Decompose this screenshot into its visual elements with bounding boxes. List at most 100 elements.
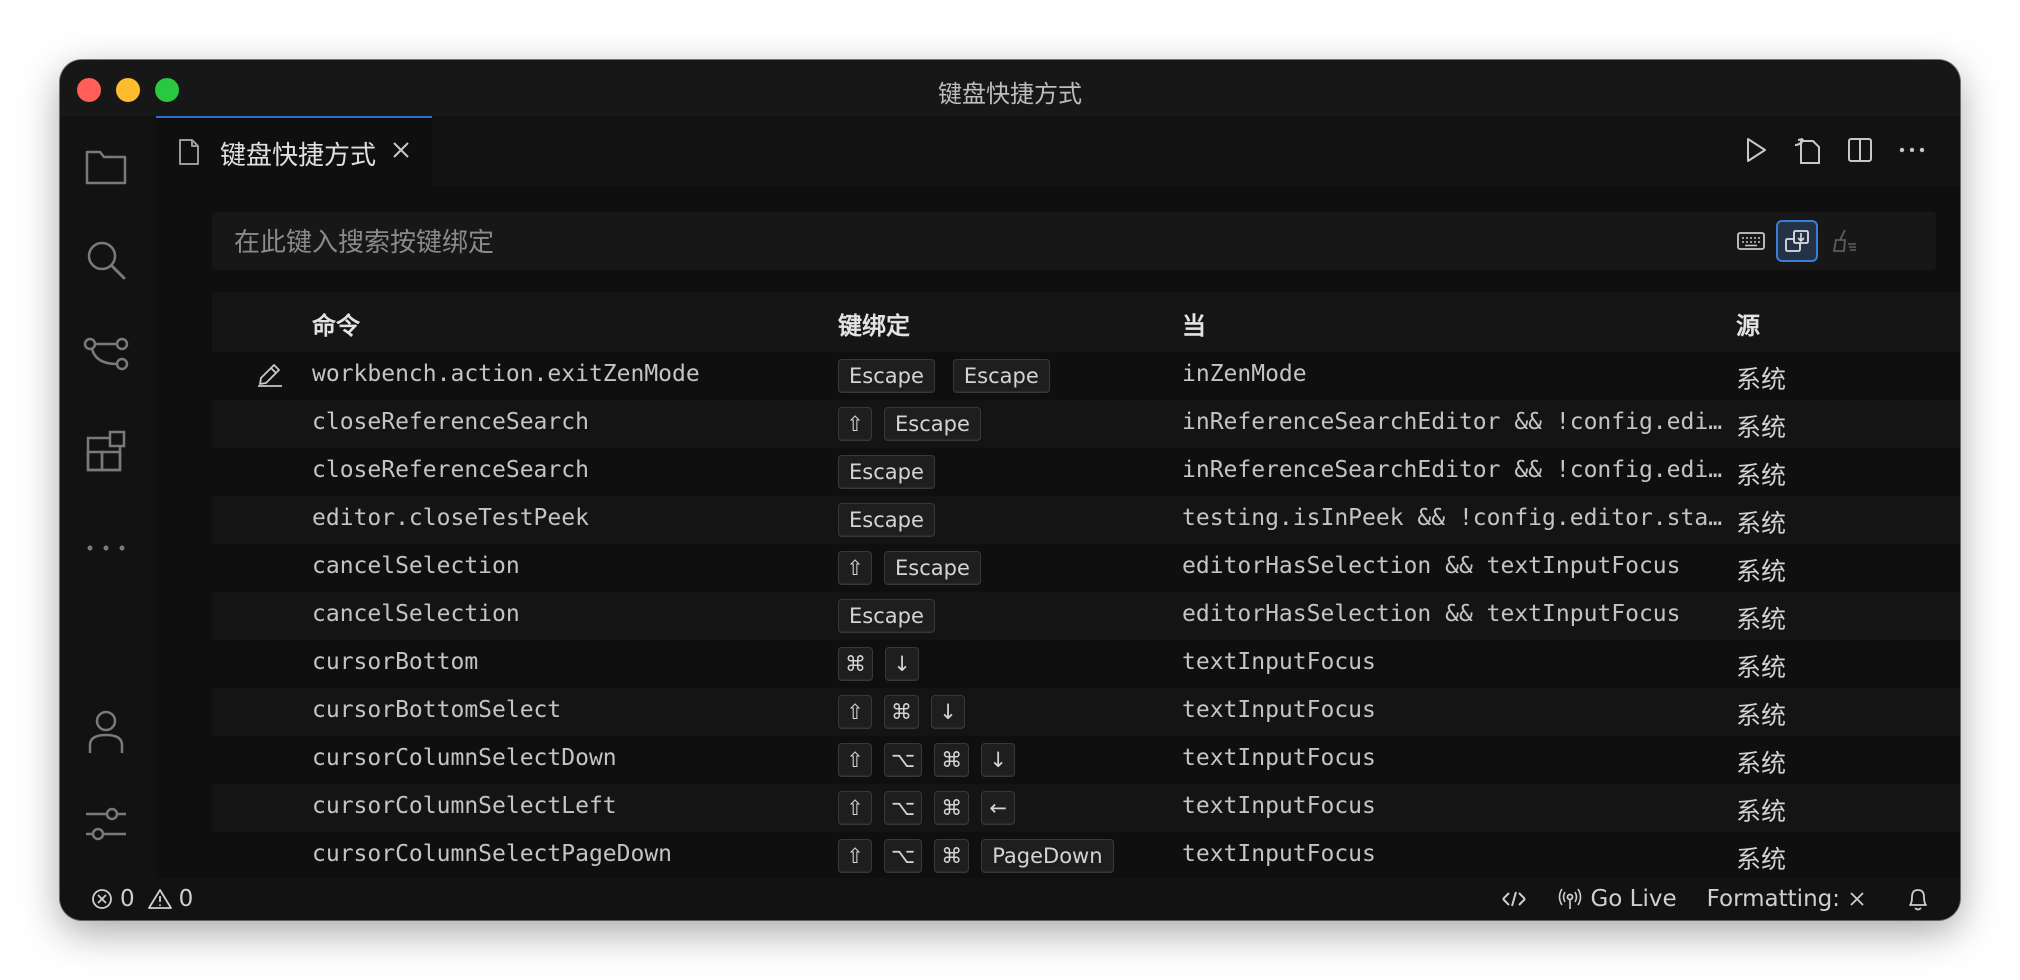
when-cell: inZenMode	[1182, 361, 1307, 387]
key-chord: ⇧ Escape	[838, 551, 981, 585]
keybinding-cell: Escape	[838, 503, 935, 537]
keybindings-table: 命令 键绑定 当 源 workbench.action.exitZenMode E…	[212, 292, 1960, 880]
key-chord: Escape	[838, 359, 935, 393]
key-cap: ↓	[931, 695, 965, 729]
table-header: 命令 键绑定 当 源	[212, 292, 1960, 352]
title-bar: 键盘快捷方式	[60, 60, 1960, 116]
editor-area: 键盘快捷方式 在此键入搜索按键绑定 命令 键绑定 当 源 workbench.a…	[156, 116, 1960, 878]
edit-keybinding-icon[interactable]	[256, 360, 284, 392]
file-icon	[178, 138, 200, 170]
tab-keyboard-shortcuts[interactable]: 键盘快捷方式	[156, 116, 432, 186]
command-cell: cursorBottom	[312, 649, 479, 675]
key-cap: ↓	[981, 743, 1016, 777]
when-cell: textInputFocus	[1182, 841, 1376, 867]
table-row[interactable]: closeReferenceSearch ⇧ Escape inReferenceSe…	[212, 400, 1960, 448]
when-cell: textInputFocus	[1182, 745, 1376, 771]
warning-count: 0	[178, 886, 194, 912]
go-live-button[interactable]: Go Live	[1558, 886, 1677, 912]
key-cap: ⌘	[838, 647, 873, 681]
activity-bar	[60, 116, 156, 878]
key-cap: ⌥	[884, 791, 923, 825]
table-row[interactable]: cursorBottom ⌘ ↓ textInputFocus 系统	[212, 640, 1960, 688]
when-cell: testing.isInPeek && !config.editor.stabl…	[1182, 505, 1727, 531]
settings-icon[interactable]	[82, 800, 130, 848]
close-icon	[1850, 892, 1864, 906]
account-icon[interactable]	[82, 708, 130, 756]
key-cap: ⇧	[838, 839, 872, 873]
key-cap: ⌥	[884, 839, 923, 873]
key-chord: Escape	[838, 599, 935, 633]
error-count: 0	[120, 886, 135, 912]
column-header-when[interactable]: 当	[1182, 306, 1206, 341]
open-json-icon[interactable]	[1792, 134, 1824, 166]
table-row[interactable]: cursorBottomSelect ⇧ ⌘ ↓ textInputFocus 系统	[212, 688, 1960, 736]
remote-sync-button[interactable]	[1500, 888, 1528, 910]
command-cell: cursorBottomSelect	[312, 697, 562, 723]
table-row[interactable]: cursorColumnSelectDown ⇧ ⌥ ⌘ ↓ textInputFocus…	[212, 736, 1960, 784]
source-cell: 系统	[1736, 653, 1787, 682]
split-editor-icon[interactable]	[1844, 134, 1876, 166]
key-cap: ←	[981, 791, 1016, 825]
sync-icon	[1502, 891, 1527, 907]
keybinding-cell: Escape	[838, 599, 935, 633]
key-cap: Escape	[952, 359, 1050, 393]
table-row[interactable]: cancelSelection ⇧ Escape editorHasSelection…	[212, 544, 1960, 592]
source-cell: 系统	[1736, 845, 1787, 874]
files-icon[interactable]	[82, 142, 130, 190]
keybinding-cell: ⇧ ⌥ ⌘ PageDown	[838, 839, 1114, 873]
key-cap: Escape	[838, 599, 935, 633]
record-keys-icon[interactable]	[1730, 220, 1772, 262]
keybinding-cell: Escape Escape	[838, 359, 1050, 393]
table-row[interactable]: editor.closeTestPeek Escape testing.isInPe…	[212, 496, 1960, 544]
clear-search-icon[interactable]	[1824, 220, 1866, 262]
command-cell: cancelSelection	[312, 601, 520, 627]
bell-icon	[1909, 889, 1927, 911]
key-chord: Escape	[952, 359, 1050, 393]
run-icon[interactable]	[1740, 134, 1772, 166]
column-header-command[interactable]: 命令	[312, 306, 360, 341]
when-cell: textInputFocus	[1182, 649, 1376, 675]
search-icon[interactable]	[82, 236, 130, 284]
source-cell: 系统	[1736, 461, 1787, 490]
key-chord: ⇧ ⌥ ⌘ ←	[838, 791, 1016, 825]
command-cell: cursorColumnSelectDown	[312, 745, 617, 771]
command-cell: workbench.action.exitZenMode	[312, 361, 700, 387]
column-header-keybinding[interactable]: 键绑定	[838, 306, 910, 341]
keybinding-cell: ⇧ Escape	[838, 551, 981, 585]
broadcast-icon	[1559, 888, 1582, 909]
key-cap: ⌘	[934, 839, 970, 873]
keybinding-cell: ⇧ ⌥ ⌘ ↓	[838, 743, 1016, 777]
source-control-icon[interactable]	[82, 332, 130, 380]
key-cap: ⌘	[934, 791, 970, 825]
column-header-source[interactable]: 源	[1736, 306, 1760, 341]
table-row[interactable]: closeReferenceSearch Escape inReferenceSea…	[212, 448, 1960, 496]
notifications-button[interactable]	[1906, 886, 1930, 912]
key-chord: ⇧ Escape	[838, 407, 981, 441]
when-cell: textInputFocus	[1182, 793, 1376, 819]
extensions-icon[interactable]	[82, 428, 130, 476]
close-icon[interactable]	[390, 139, 412, 165]
tab-bar: 键盘快捷方式	[156, 116, 1960, 186]
key-cap: ⇧	[838, 695, 872, 729]
key-cap: ⌥	[884, 743, 923, 777]
app-window: 键盘快捷方式 键盘快捷方式 在此键入搜索按键绑定 命令 键绑定 当 源 work…	[60, 60, 1960, 920]
keybindings-search-box	[212, 212, 1936, 272]
more-icon[interactable]	[82, 524, 130, 572]
search-input[interactable]	[232, 212, 1636, 272]
sort-by-precedence-icon[interactable]	[1776, 220, 1818, 262]
formatting-status[interactable]: Formatting:	[1707, 886, 1866, 912]
command-cell: editor.closeTestPeek	[312, 505, 589, 531]
go-live-label: Go Live	[1590, 886, 1677, 912]
table-row[interactable]: cursorColumnSelectPageDown ⇧ ⌥ ⌘ PageDown tex…	[212, 832, 1960, 880]
source-cell: 系统	[1736, 701, 1787, 730]
when-cell: inReferenceSearchEditor && !config.edito…	[1182, 457, 1727, 483]
table-row[interactable]: cancelSelection Escape editorHasSelection …	[212, 592, 1960, 640]
key-chord: ⇧ ⌘ ↓	[838, 695, 965, 729]
table-row[interactable]: cursorColumnSelectLeft ⇧ ⌥ ⌘ ← textInputFocus…	[212, 784, 1960, 832]
problems-indicator[interactable]: 0 0	[90, 886, 193, 912]
command-cell: closeReferenceSearch	[312, 457, 589, 483]
when-cell: inReferenceSearchEditor && !config.edito…	[1182, 409, 1727, 435]
key-cap: ⇧	[838, 551, 872, 585]
more-actions-icon[interactable]	[1896, 134, 1928, 166]
table-row[interactable]: workbench.action.exitZenMode Escape Escape…	[212, 352, 1960, 400]
